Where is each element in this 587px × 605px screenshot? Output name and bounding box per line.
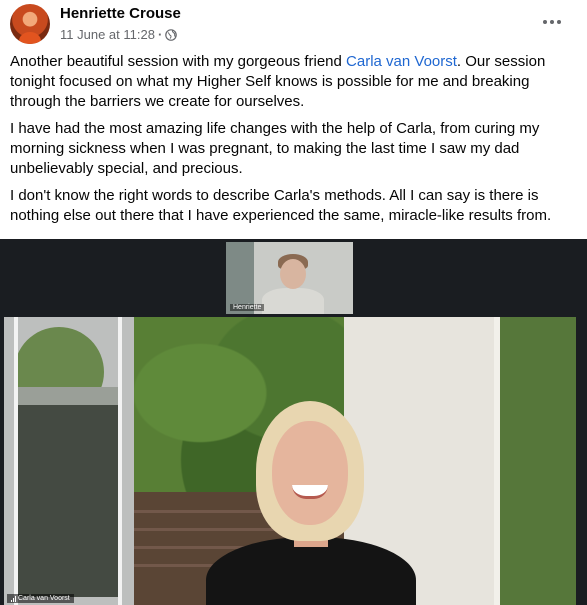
more-options-icon-dot xyxy=(557,20,561,24)
post-date[interactable]: 11 June at 11:28 xyxy=(60,27,155,42)
post-paragraph-1: Another beautiful session with my gorgeo… xyxy=(10,52,580,112)
post-meta: 11 June at 11:28 · xyxy=(60,27,178,42)
meta-separator: · xyxy=(157,27,163,42)
participant-thumbnail: Henriette xyxy=(226,242,353,314)
more-options-button[interactable] xyxy=(535,10,569,34)
post-paragraph-3: I don't know the right words to describe… xyxy=(10,187,552,224)
more-options-icon xyxy=(543,20,547,24)
facebook-post: Henriette Crouse 11 June at 11:28 · Anot… xyxy=(0,0,587,605)
post-text: Another beautiful session with my gorgeo… xyxy=(10,52,580,233)
main-participant-video: Carla van Voorst xyxy=(4,317,576,605)
author-avatar[interactable] xyxy=(10,4,50,44)
thumbnail-name-label: Henriette xyxy=(230,304,265,311)
post-text-segment: Another beautiful session with my gorgeo… xyxy=(10,53,347,70)
post-paragraph-2: I have had the most amazing life changes… xyxy=(10,120,540,177)
signal-icon xyxy=(11,595,16,602)
globe-icon[interactable] xyxy=(165,28,178,41)
post-header: Henriette Crouse 11 June at 11:28 · xyxy=(0,0,587,50)
video-call-image[interactable]: Henriette Carla van Voorst xyxy=(0,239,587,605)
main-name-label: Carla van Voorst xyxy=(7,594,74,603)
main-participant-name: Carla van Voorst xyxy=(18,595,70,602)
more-options-icon-dot xyxy=(550,20,554,24)
author-name[interactable]: Henriette Crouse xyxy=(60,5,181,22)
mention-link-carla[interactable]: Carla van Voorst xyxy=(346,53,457,70)
